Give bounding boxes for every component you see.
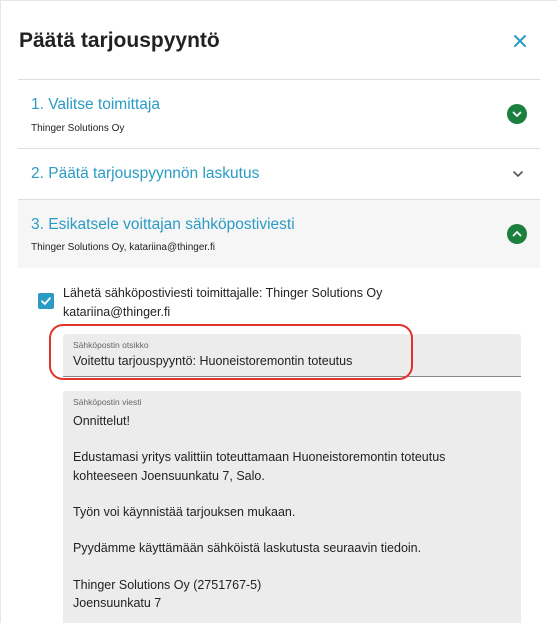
send-email-label: Lähetä sähköpostiviesti toimittajalle: T… bbox=[63, 284, 443, 321]
email-message-label: Sähköpostin viesti bbox=[73, 397, 142, 407]
step-1-title: 1. Valitse toimittaja bbox=[31, 96, 160, 113]
dialog-title: Päätä tarjouspyyntö bbox=[19, 29, 220, 52]
step-1-subtitle: Thinger Solutions Oy bbox=[31, 123, 125, 134]
message-paragraph: Thinger Solutions Oy (2751767-5) Joensuu… bbox=[73, 576, 503, 612]
email-message-field[interactable]: Sähköpostin viesti Onnittelut! Edustamas… bbox=[63, 391, 521, 623]
send-email-checkbox[interactable] bbox=[38, 293, 54, 309]
message-paragraph: Pyydämme käyttämään sähköistä laskutusta… bbox=[73, 541, 422, 556]
step-3-header[interactable] bbox=[18, 200, 540, 268]
send-email-label-line2: katariina@thinger.fi bbox=[63, 304, 171, 319]
message-paragraph: Edustamasi yritys valittiin toteuttamaan… bbox=[73, 448, 503, 484]
message-paragraph: Onnittelut! bbox=[73, 414, 130, 428]
close-icon[interactable] bbox=[510, 31, 530, 51]
message-line: Edustamasi yritys valittiin toteuttamaan… bbox=[73, 450, 446, 465]
step-3-title: 3. Esikatsele voittajan sähköpostiviesti bbox=[31, 216, 295, 233]
highlight-annotation bbox=[49, 324, 413, 380]
send-email-label-line1: Lähetä sähköpostiviesti toimittajalle: T… bbox=[63, 286, 383, 300]
message-line: Joensuunkatu 7 bbox=[73, 595, 162, 610]
message-paragraph: Työn voi käynnistää tarjouksen mukaan. bbox=[73, 504, 296, 519]
finish-request-dialog: Päätä tarjouspyyntö 1. Valitse toimittaj… bbox=[0, 0, 557, 623]
message-line: Thinger Solutions Oy (2751767-5) bbox=[73, 577, 262, 592]
email-message-text[interactable]: Onnittelut! Edustamasi yritys valittiin … bbox=[73, 412, 503, 612]
step-2-title: 2. Päätä tarjouspyynnön laskutus bbox=[31, 165, 260, 182]
chevron-up-icon[interactable] bbox=[507, 224, 527, 244]
step-3-subtitle: Thinger Solutions Oy, katariina@thinger.… bbox=[31, 242, 215, 253]
chevron-down-icon[interactable] bbox=[507, 104, 527, 124]
chevron-down-icon[interactable] bbox=[511, 167, 525, 181]
step-1-header[interactable] bbox=[18, 80, 540, 148]
checkmark-icon bbox=[41, 297, 51, 305]
message-line: kohteeseen Joensuunkatu 7, Salo. bbox=[73, 468, 265, 483]
